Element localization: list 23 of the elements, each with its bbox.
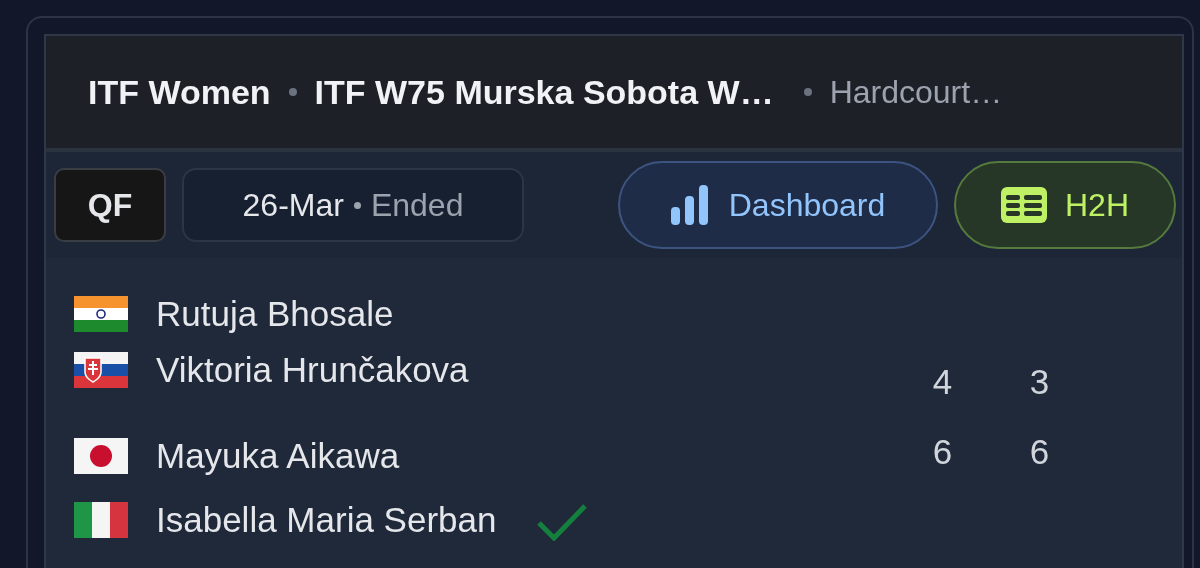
match-date: 26-Mar: [242, 186, 344, 225]
tournament-title: ITF W75 Murska Sobota W…: [314, 71, 774, 113]
flag-icon: [74, 296, 128, 332]
set-score: 4: [931, 360, 954, 403]
player-name: Viktoria Hrunčakova: [156, 348, 469, 391]
h2h-button[interactable]: H2H: [954, 161, 1176, 249]
flag-icon: [74, 438, 128, 474]
set-score: 3: [1028, 360, 1051, 403]
dashboard-button[interactable]: Dashboard: [618, 161, 938, 249]
player-name: Isabella Maria Serban: [156, 498, 497, 541]
set-score: 6: [1028, 431, 1051, 473]
surface-label: Hardcourt…: [829, 73, 1003, 112]
flag-icon: [74, 502, 128, 538]
player-name: Rutuja Bhosale: [156, 292, 394, 335]
match-status: Ended: [370, 186, 464, 225]
table-icon: [1001, 187, 1047, 223]
flag-icon: [74, 352, 128, 388]
checkmark-icon: [536, 503, 589, 541]
set-score: 6: [931, 431, 954, 473]
round-badge: QF: [54, 168, 166, 242]
player-name: Mayuka Aikawa: [156, 434, 400, 477]
category-title: ITF Women: [88, 71, 271, 113]
bar-chart-icon: [670, 185, 711, 225]
